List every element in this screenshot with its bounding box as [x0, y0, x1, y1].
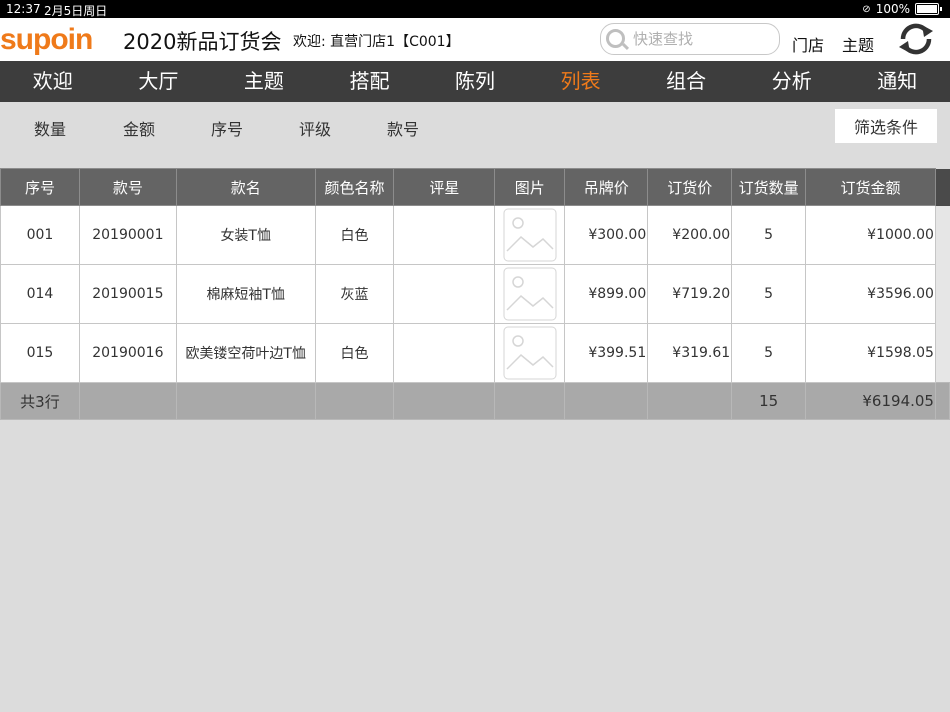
cell-code: 20190001	[78, 205, 177, 265]
sort-quantity[interactable]: 数量	[34, 116, 66, 140]
search-input[interactable]	[631, 28, 775, 50]
cell-qty: 5	[731, 323, 807, 383]
filter-button[interactable]: 筛选条件	[835, 109, 937, 143]
cell-color: 白色	[314, 323, 395, 383]
search-box[interactable]	[600, 23, 780, 55]
total-amount: ¥6194.05	[805, 382, 936, 420]
cell-image[interactable]	[494, 205, 566, 265]
cell-seq: 014	[0, 264, 80, 324]
cell-name: 欧美镂空荷叶边T恤	[175, 323, 316, 383]
brand-logo: supoin	[0, 23, 93, 56]
sort-amount[interactable]: 金额	[123, 116, 155, 140]
column-header[interactable]: 吊牌价	[564, 168, 649, 206]
sort-bar: 数量 金额 序号 评级 款号 筛选条件	[0, 102, 950, 148]
tab-notice[interactable]: 通知	[845, 61, 950, 102]
column-header[interactable]: 评星	[393, 168, 496, 206]
cell-tag-price: ¥899.00	[564, 264, 649, 324]
image-placeholder-icon	[503, 267, 557, 321]
tab-analysis[interactable]: 分析	[739, 61, 845, 102]
cell-name: 棉麻短袖T恤	[175, 264, 316, 324]
table-total-row: 共3行 15 ¥6194.05	[0, 382, 950, 420]
tab-list[interactable]: 列表	[528, 61, 634, 102]
cell-code: 20190015	[78, 264, 177, 324]
sort-style-code[interactable]: 款号	[387, 116, 419, 140]
table-row[interactable]: 001 20190001 女装T恤 白色 ¥300.00 ¥200.00 5 ¥…	[0, 205, 950, 265]
image-placeholder-icon	[503, 208, 557, 262]
main-nav: 欢迎 大厅 主题 搭配 陈列 列表 组合 分析 通知	[0, 61, 950, 102]
cell-amount: ¥3596.00	[805, 264, 936, 324]
table-header-row: 序号 款号 款名 颜色名称 评星 图片 吊牌价 订货价 订货数量 订货金额	[0, 168, 950, 206]
sort-rating[interactable]: 评级	[299, 116, 331, 140]
column-header[interactable]: 订货金额	[805, 168, 936, 206]
battery-icon	[915, 3, 939, 15]
column-header[interactable]: 序号	[0, 168, 80, 206]
total-label: 共3行	[0, 382, 80, 420]
column-header[interactable]: 订货价	[647, 168, 733, 206]
cell-seq: 015	[0, 323, 80, 383]
cell-image[interactable]	[494, 323, 566, 383]
event-title: 2020新品订货会	[123, 30, 282, 54]
tab-welcome[interactable]: 欢迎	[0, 61, 106, 102]
battery-percent: 100%	[875, 2, 910, 16]
column-header[interactable]: 图片	[494, 168, 566, 206]
welcome-text: 欢迎: 直营门店1【C001】	[293, 34, 460, 50]
search-icon	[606, 29, 625, 48]
store-link[interactable]: 门店	[792, 32, 824, 56]
tab-hall[interactable]: 大厅	[106, 61, 212, 102]
sort-sequence[interactable]: 序号	[211, 116, 243, 140]
cell-name: 女装T恤	[175, 205, 316, 265]
cell-rating	[393, 323, 496, 383]
tab-theme[interactable]: 主题	[211, 61, 317, 102]
cell-order-price: ¥200.00	[647, 205, 733, 265]
column-header[interactable]: 颜色名称	[314, 168, 395, 206]
total-qty: 15	[731, 382, 807, 420]
cell-amount: ¥1000.00	[805, 205, 936, 265]
cell-amount: ¥1598.05	[805, 323, 936, 383]
cell-image[interactable]	[494, 264, 566, 324]
app-header: supoin 2020新品订货会 欢迎: 直营门店1【C001】 门店 主题	[0, 18, 950, 61]
status-time: 12:37	[6, 2, 41, 16]
tab-display[interactable]: 陈列	[422, 61, 528, 102]
order-table: 序号 款号 款名 颜色名称 评星 图片 吊牌价 订货价 订货数量 订货金额 00…	[0, 168, 950, 420]
column-header[interactable]: 款名	[175, 168, 316, 206]
refresh-icon[interactable]	[896, 22, 936, 56]
theme-link[interactable]: 主题	[842, 32, 874, 56]
cell-qty: 5	[731, 205, 807, 265]
cell-rating	[393, 264, 496, 324]
cell-rating	[393, 205, 496, 265]
tab-match[interactable]: 搭配	[317, 61, 423, 102]
column-header[interactable]: 款号	[78, 168, 177, 206]
image-placeholder-icon	[503, 326, 557, 380]
cell-seq: 001	[0, 205, 80, 265]
cell-order-price: ¥319.61	[647, 323, 733, 383]
status-right: ⊘ 100%	[862, 2, 942, 16]
cell-code: 20190016	[78, 323, 177, 383]
status-date: 2月5日周日	[44, 4, 108, 18]
cell-qty: 5	[731, 264, 807, 324]
cell-order-price: ¥719.20	[647, 264, 733, 324]
status-bar: 12:37 2月5日周日 ⊘ 100%	[0, 0, 950, 18]
tab-combo[interactable]: 组合	[633, 61, 739, 102]
cell-color: 白色	[314, 205, 395, 265]
column-header[interactable]: 订货数量	[731, 168, 807, 206]
link-icon: ⊘	[862, 3, 871, 15]
cell-tag-price: ¥399.51	[564, 323, 649, 383]
table-row[interactable]: 014 20190015 棉麻短袖T恤 灰蓝 ¥899.00 ¥719.20 5…	[0, 264, 950, 324]
table-row[interactable]: 015 20190016 欧美镂空荷叶边T恤 白色 ¥399.51 ¥319.6…	[0, 323, 950, 383]
cell-color: 灰蓝	[314, 264, 395, 324]
column-overflow	[935, 168, 950, 206]
cell-tag-price: ¥300.00	[564, 205, 649, 265]
